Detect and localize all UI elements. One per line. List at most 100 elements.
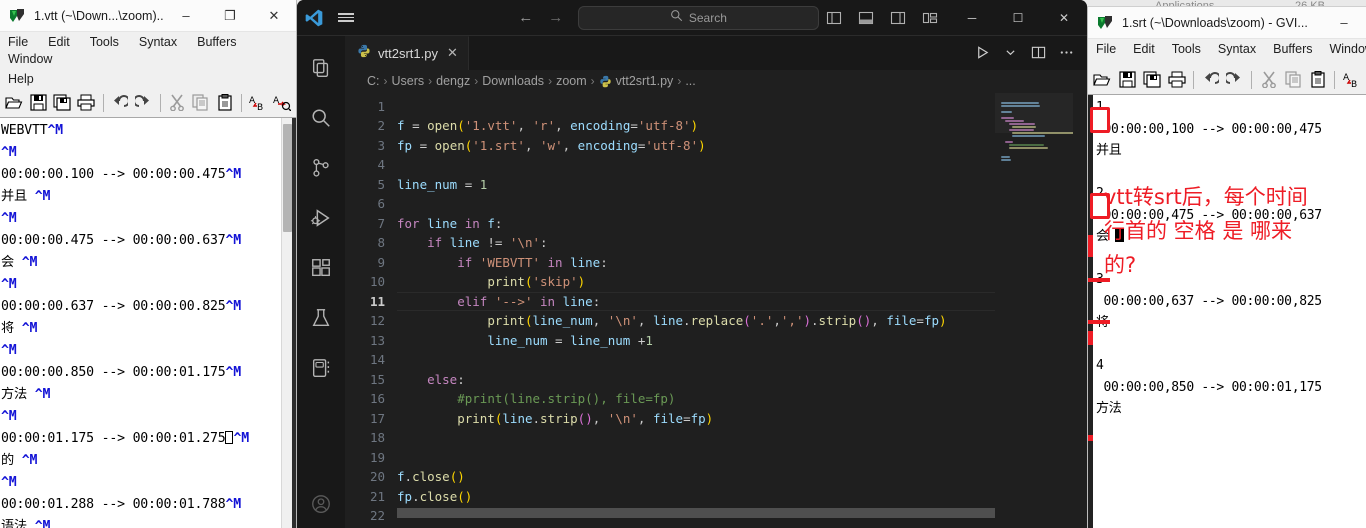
breadcrumb-item-0[interactable]: C:	[367, 74, 380, 88]
activity-bar[interactable]	[297, 36, 345, 528]
breadcrumb-item-2[interactable]: dengz	[436, 74, 470, 88]
toggle-secondary-sidebar-icon[interactable]	[883, 4, 913, 32]
vscode-window[interactable]: ← → Search ─ ☐ ✕ vtt2srt1.py ✕ C: › User…	[297, 0, 1087, 528]
search-input[interactable]: Search	[577, 5, 819, 30]
code-line[interactable]	[397, 97, 1087, 117]
find-replace-icon[interactable]: AB	[1339, 67, 1364, 93]
toggle-primary-sidebar-icon[interactable]	[819, 4, 849, 32]
gvim-right-menubar[interactable]: File Edit Tools Syntax Buffers Window H	[1088, 39, 1366, 65]
gvim-left-menubar[interactable]: File Edit Tools Syntax Buffers Window He…	[0, 32, 296, 88]
editor-tabbar[interactable]: vtt2srt1.py ✕	[345, 36, 1087, 70]
paste-icon[interactable]	[1306, 67, 1331, 93]
code-line[interactable]: line_num = 1	[397, 175, 1087, 195]
code-line[interactable]: print(line.strip(), '\n', file=fp)	[397, 409, 1087, 429]
breadcrumb[interactable]: C: › Users › dengz › Downloads › zoom ›	[345, 69, 1087, 93]
menu-edit[interactable]: Edit	[1131, 41, 1157, 64]
code-line[interactable]: fp = open('1.srt', 'w', encoding='utf-8'…	[397, 136, 1087, 156]
editor-horizontal-scrollbar[interactable]	[397, 508, 995, 518]
breadcrumb-item-1[interactable]: Users	[392, 74, 425, 88]
menu-buffers[interactable]: Buffers	[1271, 41, 1314, 64]
notebook-icon[interactable]	[297, 344, 345, 392]
search-icon[interactable]	[297, 94, 345, 142]
paste-icon[interactable]	[213, 90, 237, 116]
breadcrumb-item-3[interactable]: Downloads	[482, 74, 544, 88]
code-line[interactable]: f.close()	[397, 467, 1087, 487]
menu-file[interactable]: File	[6, 34, 30, 50]
save-icon[interactable]	[1115, 67, 1140, 93]
breadcrumb-item-6[interactable]: ...	[685, 74, 695, 88]
breadcrumb-item-5[interactable]: vtt2srt1.py	[616, 74, 674, 88]
breadcrumb-item-4[interactable]: zoom	[556, 74, 587, 88]
redo-icon[interactable]	[132, 90, 156, 116]
cut-icon[interactable]	[165, 90, 189, 116]
undo-icon[interactable]	[1198, 67, 1223, 93]
menu-help[interactable]: Help	[6, 71, 36, 87]
code-line[interactable]: print('skip')	[397, 272, 1087, 292]
menu-window[interactable]: Window	[1327, 41, 1366, 64]
close-icon[interactable]: ✕	[447, 45, 458, 61]
save-all-icon[interactable]	[1139, 67, 1164, 93]
menu-edit[interactable]: Edit	[46, 34, 72, 50]
run-dropdown-chevron-icon[interactable]	[997, 40, 1023, 66]
copy-icon[interactable]	[189, 90, 213, 116]
code-line[interactable]	[397, 350, 1087, 370]
menu-window[interactable]: Window	[6, 51, 54, 67]
undo-icon[interactable]	[107, 90, 131, 116]
code-line[interactable]: if 'WEBVTT' in line:	[397, 253, 1087, 273]
code-line[interactable]: #print(line.strip(), file=fp)	[397, 389, 1087, 409]
print-icon[interactable]	[74, 90, 98, 116]
code-content[interactable]: f = open('1.vtt', 'r', encoding='utf-8')…	[397, 93, 1087, 528]
minimize-button[interactable]: ─	[949, 0, 995, 36]
run-and-debug-icon[interactable]	[297, 194, 345, 242]
gvim-window-srt[interactable]: 1.srt (~\Downloads\zoom) - GVI... – File…	[1087, 6, 1366, 528]
scrollbar-thumb[interactable]	[283, 124, 292, 232]
copy-icon[interactable]	[1281, 67, 1306, 93]
testing-icon[interactable]	[297, 294, 345, 342]
code-line[interactable]: if line != '\n':	[397, 233, 1087, 253]
cut-icon[interactable]	[1256, 67, 1281, 93]
save-all-icon[interactable]	[50, 90, 74, 116]
maximize-button[interactable]: ☐	[995, 0, 1041, 36]
menu-syntax[interactable]: Syntax	[137, 34, 179, 50]
print-icon[interactable]	[1164, 67, 1189, 93]
code-line[interactable]: elif '-->' in line:	[397, 291, 1087, 312]
code-line[interactable]: line_num = line_num +1	[397, 331, 1087, 351]
menu-buffers[interactable]: Buffers	[195, 34, 238, 50]
gvim-left-text-area[interactable]: WEBVTT^M ^M 00:00:00.100 --> 00:00:00.475^…	[0, 118, 296, 528]
tab-vtt2srt1-py[interactable]: vtt2srt1.py ✕	[345, 36, 469, 70]
close-button[interactable]: ✕	[252, 0, 296, 32]
code-line[interactable]: f = open('1.vtt', 'r', encoding='utf-8')	[397, 116, 1087, 136]
source-control-icon[interactable]	[297, 144, 345, 192]
menu-syntax[interactable]: Syntax	[1216, 41, 1258, 64]
editor-vertical-scrollbar[interactable]	[1073, 92, 1087, 528]
minimize-button[interactable]: –	[164, 0, 208, 32]
close-button[interactable]: ✕	[1041, 0, 1087, 36]
find-replace-icon[interactable]: AB	[246, 90, 270, 116]
minimize-button[interactable]: –	[1322, 7, 1366, 39]
gvim-right-text-area[interactable]: 1 00:00:00,100 --> 00:00:00,475并且 2 00:0…	[1088, 95, 1366, 528]
code-line[interactable]	[397, 448, 1087, 468]
menu-tools[interactable]: Tools	[1170, 41, 1203, 64]
code-line[interactable]	[397, 155, 1087, 175]
code-line[interactable]: print(line_num, '\n', line.replace('.','…	[397, 311, 1087, 331]
menu-tools[interactable]: Tools	[88, 34, 121, 50]
gvim-right-toolbar[interactable]: AB	[1088, 65, 1366, 95]
open-folder-icon[interactable]	[2, 90, 26, 116]
code-line[interactable]	[397, 428, 1087, 448]
open-folder-icon[interactable]	[1090, 67, 1115, 93]
menu-file[interactable]: File	[1094, 41, 1118, 64]
split-editor-icon[interactable]	[1025, 40, 1051, 66]
back-button[interactable]: ←	[512, 5, 540, 31]
minimap[interactable]	[995, 92, 1073, 528]
more-actions-icon[interactable]	[1053, 40, 1079, 66]
customize-layout-icon[interactable]	[915, 4, 945, 32]
code-editor[interactable]: 1234567891011121314151617181920212223 f …	[345, 92, 1087, 528]
minimap-slider[interactable]	[995, 93, 1073, 133]
toggle-panel-icon[interactable]	[851, 4, 881, 32]
redo-icon[interactable]	[1223, 67, 1248, 93]
forward-button[interactable]: →	[542, 5, 570, 31]
code-line[interactable]: else:	[397, 370, 1087, 390]
code-line[interactable]: fp.close()	[397, 487, 1087, 507]
explorer-icon[interactable]	[297, 44, 345, 92]
find-next-icon[interactable]: A	[270, 90, 294, 116]
